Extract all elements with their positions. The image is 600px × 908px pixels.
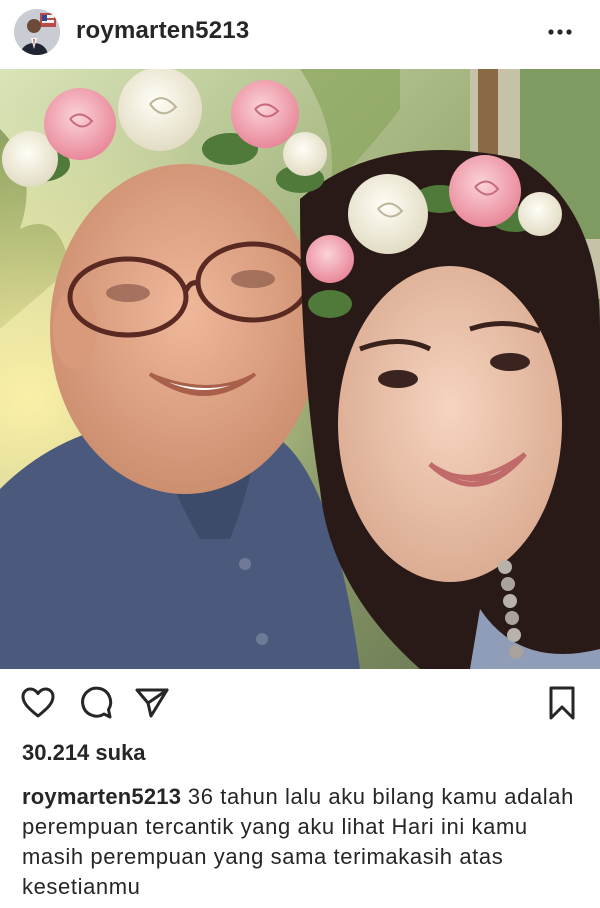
more-options-button[interactable] bbox=[542, 18, 578, 46]
caption-username[interactable]: roymarten5213 bbox=[22, 784, 181, 809]
send-icon bbox=[135, 688, 169, 718]
post-actions-bar bbox=[0, 669, 600, 739]
post-photo-illustration bbox=[0, 69, 600, 669]
post-username[interactable]: roymarten5213 bbox=[76, 17, 249, 45]
post-caption: roymarten5213 36 tahun lalu aku bilang k… bbox=[22, 782, 582, 902]
avatar[interactable] bbox=[14, 9, 60, 55]
avatar-image bbox=[14, 9, 60, 55]
like-button[interactable] bbox=[20, 685, 56, 721]
post-photo[interactable] bbox=[0, 69, 600, 669]
comment-button[interactable] bbox=[78, 685, 114, 721]
like-count[interactable]: 30.214 suka bbox=[22, 740, 146, 766]
post-header: roymarten5213 bbox=[0, 0, 600, 66]
save-button[interactable] bbox=[544, 685, 580, 721]
more-dots-icon bbox=[548, 29, 572, 35]
share-button[interactable] bbox=[134, 685, 170, 721]
comment-icon bbox=[81, 686, 113, 719]
bookmark-icon bbox=[549, 686, 575, 720]
heart-icon bbox=[21, 687, 55, 718]
